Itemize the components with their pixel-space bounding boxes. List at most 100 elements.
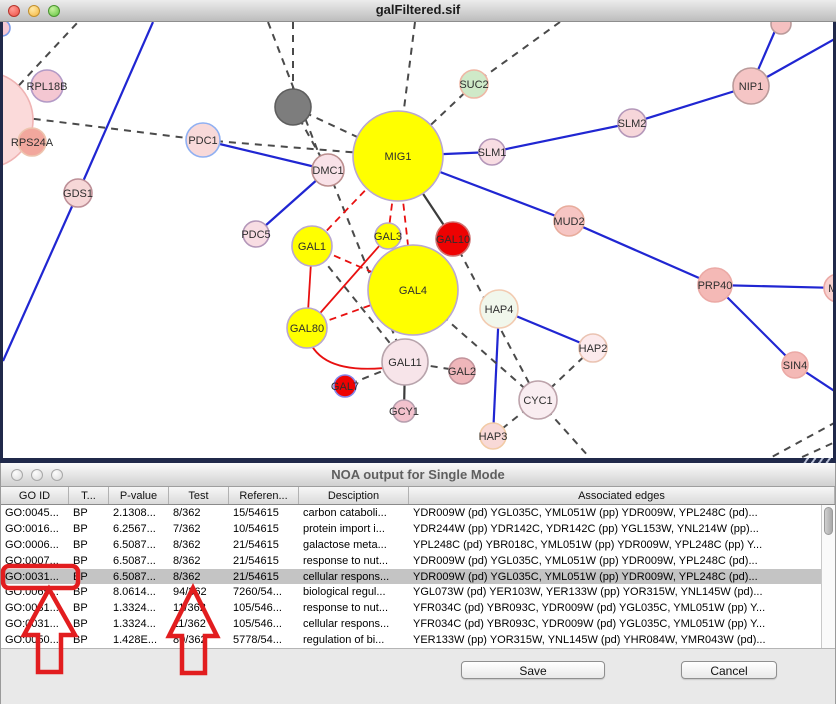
table-cell: BP bbox=[69, 616, 109, 632]
table-cell: response to nut... bbox=[299, 553, 409, 569]
column-header-t-[interactable]: T... bbox=[69, 487, 109, 504]
table-row[interactable]: GO:0031...BP1.3324...11/362105/546...res… bbox=[1, 600, 823, 616]
column-header-desciption[interactable]: Desciption bbox=[299, 487, 409, 504]
table-cell: 2.1308... bbox=[109, 505, 169, 521]
table-cell: 8/362 bbox=[169, 553, 229, 569]
node-label-GAL80: GAL80 bbox=[290, 323, 324, 335]
table-cell: BP bbox=[69, 632, 109, 648]
table-cell: 21/54615 bbox=[229, 569, 299, 585]
node-label-HAP3: HAP3 bbox=[479, 431, 508, 443]
table-cell: YGL073W (pd) YER103W, YER133W (pp) YOR31… bbox=[409, 584, 823, 600]
node-label-GAL4: GAL4 bbox=[399, 285, 427, 297]
edge bbox=[770, 422, 836, 458]
node-label-GAL1: GAL1 bbox=[298, 241, 326, 253]
node-label-CYC1: CYC1 bbox=[523, 395, 552, 407]
node-label-SLM2: SLM2 bbox=[618, 118, 647, 130]
table-row[interactable]: GO:0031...BP6.5087...8/36221/54615cellul… bbox=[1, 569, 823, 585]
table-cell: 8.0614... bbox=[109, 584, 169, 600]
table-cell: YDR244W (pp) YDR142C, YDR142C (pp) YGL15… bbox=[409, 521, 823, 537]
node-label-GAL7: GAL7 bbox=[331, 381, 359, 393]
table-row[interactable]: GO:0031...BP1.3324...11/362105/546...cel… bbox=[1, 616, 823, 632]
column-header-test[interactable]: Test bbox=[169, 487, 229, 504]
node-top-right-pink[interactable] bbox=[771, 22, 791, 34]
go-term-table: GO:0045...BP2.1308...8/36215/54615carbon… bbox=[1, 505, 835, 648]
table-cell: 80/362 bbox=[169, 632, 229, 648]
table-cell: 7260/54... bbox=[229, 584, 299, 600]
table-header: GO IDT...P-valueTestReferen...Desciption… bbox=[1, 487, 835, 505]
noa-output-window: NOA output for Single Mode GO IDT...P-va… bbox=[0, 463, 836, 704]
node-label-RPS24A: RPS24A bbox=[11, 137, 54, 149]
scrollbar-thumb[interactable] bbox=[824, 507, 833, 535]
noa-window-titlebar[interactable]: NOA output for Single Mode bbox=[1, 463, 835, 487]
table-cell: 105/546... bbox=[229, 600, 299, 616]
table-cell: GO:0031... bbox=[1, 600, 69, 616]
table-cell: carbon cataboli... bbox=[299, 505, 409, 521]
column-header-go-id[interactable]: GO ID bbox=[1, 487, 69, 504]
table-row[interactable]: GO:0045...BP2.1308...8/36215/54615carbon… bbox=[1, 505, 823, 521]
network-window: galFiltered.sif RPL18BRPS24AGDS1PDC1DMC1… bbox=[0, 0, 836, 463]
table-cell: galactose meta... bbox=[299, 537, 409, 553]
edge bbox=[78, 22, 153, 193]
save-button[interactable]: Save bbox=[461, 661, 605, 679]
table-cell: BP bbox=[69, 600, 109, 616]
node-label-GCY1: GCY1 bbox=[389, 406, 419, 418]
table-cell: 6.5087... bbox=[109, 569, 169, 585]
node-label-RPL18B: RPL18B bbox=[27, 81, 68, 93]
node-label-HAP4: HAP4 bbox=[485, 304, 514, 316]
network-canvas[interactable]: RPL18BRPS24AGDS1PDC1DMC1MIG1SUC2SLM1SLM2… bbox=[0, 22, 836, 458]
node-label-HAP2: HAP2 bbox=[579, 343, 608, 355]
node-label-PDC5: PDC5 bbox=[241, 229, 270, 241]
table-cell: 10/54615 bbox=[229, 521, 299, 537]
table-cell: BP bbox=[69, 553, 109, 569]
node-label-GAL10: GAL10 bbox=[436, 234, 470, 246]
node-label-GDS1: GDS1 bbox=[63, 188, 93, 200]
node-gray-node[interactable] bbox=[275, 89, 311, 125]
edge bbox=[800, 438, 836, 458]
table-cell: 21/54615 bbox=[229, 553, 299, 569]
table-cell: 11/362 bbox=[169, 600, 229, 616]
table-cell: 11/362 bbox=[169, 616, 229, 632]
node-label-PRP40: PRP40 bbox=[698, 280, 733, 292]
node-label-GAL3: GAL3 bbox=[374, 231, 402, 243]
edge bbox=[715, 285, 836, 288]
table-cell: 8/362 bbox=[169, 537, 229, 553]
node-label-MUD2: MUD2 bbox=[553, 216, 584, 228]
node-label-NIP1: NIP1 bbox=[739, 81, 763, 93]
table-cell: GO:0031... bbox=[1, 569, 69, 585]
table-cell: BP bbox=[69, 584, 109, 600]
vertical-scrollbar[interactable] bbox=[821, 505, 835, 648]
network-window-title: galFiltered.sif bbox=[0, 2, 836, 17]
canvas-border-left bbox=[0, 22, 3, 458]
table-cell: regulation of bi... bbox=[299, 632, 409, 648]
node-label-GAL11: GAL11 bbox=[388, 357, 421, 369]
table-row[interactable]: GO:0050...BP1.428E...80/3625778/54...reg… bbox=[1, 632, 823, 648]
network-graph: RPL18BRPS24AGDS1PDC1DMC1MIG1SUC2SLM1SLM2… bbox=[0, 22, 836, 458]
table-cell: 15/54615 bbox=[229, 505, 299, 521]
table-row[interactable]: GO:0007...BP6.5087...8/36221/54615respon… bbox=[1, 553, 823, 569]
table-cell: 1.428E... bbox=[109, 632, 169, 648]
table-cell: BP bbox=[69, 521, 109, 537]
table-cell: GO:0031... bbox=[1, 616, 69, 632]
table-cell: YPL248C (pd) YBR018C, YML051W (pp) YDR00… bbox=[409, 537, 823, 553]
table-cell: 1.3324... bbox=[109, 600, 169, 616]
table-cell: 6.5087... bbox=[109, 553, 169, 569]
table-cell: protein import i... bbox=[299, 521, 409, 537]
network-window-titlebar[interactable]: galFiltered.sif bbox=[0, 0, 836, 22]
table-cell: cellular respons... bbox=[299, 569, 409, 585]
button-bar: Save Cancel bbox=[1, 648, 835, 704]
table-cell: GO:0007... bbox=[1, 553, 69, 569]
table-cell: 94/362 bbox=[169, 584, 229, 600]
table-cell: YFR034C (pd) YBR093C, YDR009W (pd) YGL03… bbox=[409, 616, 823, 632]
node-label-SLM1: SLM1 bbox=[478, 147, 507, 159]
table-row[interactable]: GO:0065...BP8.0614...94/3627260/54...bio… bbox=[1, 584, 823, 600]
column-header-referen-[interactable]: Referen... bbox=[229, 487, 299, 504]
table-row[interactable]: GO:0006...BP6.5087...8/36221/54615galact… bbox=[1, 537, 823, 553]
column-header-associated-edges[interactable]: Associated edges bbox=[409, 487, 835, 504]
table-cell: biological regul... bbox=[299, 584, 409, 600]
table-cell: YDR009W (pd) YGL035C, YML051W (pp) YDR00… bbox=[409, 505, 823, 521]
table-cell: response to nut... bbox=[299, 600, 409, 616]
table-cell: 5778/54... bbox=[229, 632, 299, 648]
table-row[interactable]: GO:0016...BP6.2567...7/36210/54615protei… bbox=[1, 521, 823, 537]
column-header-p-value[interactable]: P-value bbox=[109, 487, 169, 504]
cancel-button[interactable]: Cancel bbox=[681, 661, 777, 679]
